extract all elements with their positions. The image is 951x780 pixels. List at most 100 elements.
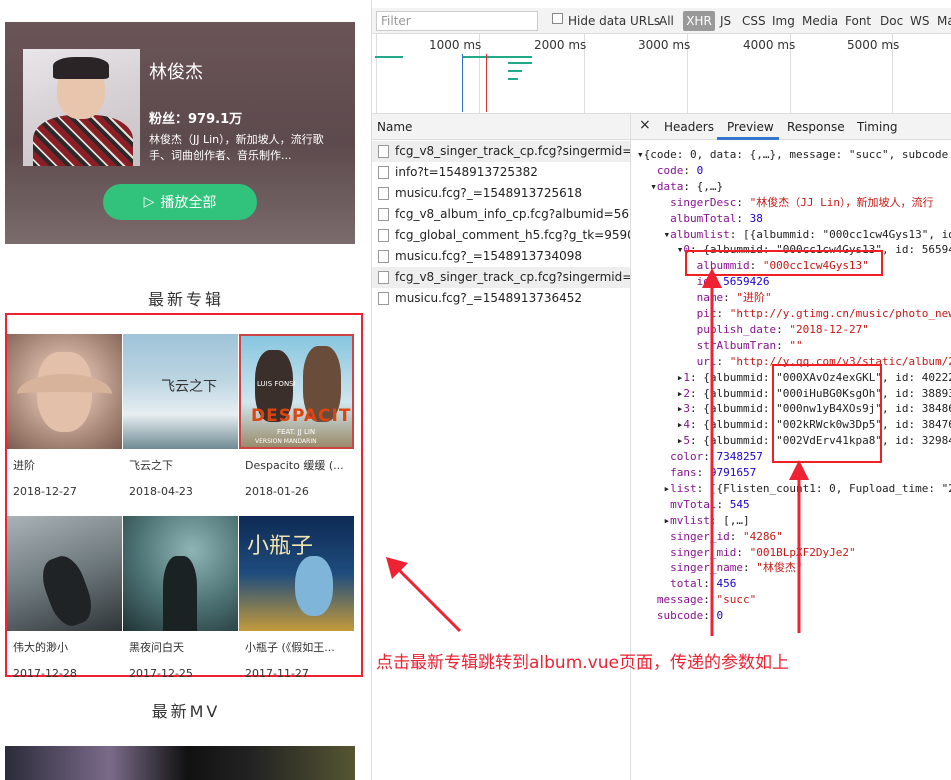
timeline-tick: 4000 ms xyxy=(743,38,796,52)
filter-css[interactable]: CSS xyxy=(742,14,766,28)
request-icon xyxy=(378,271,389,284)
json-line: ▾data: {,…} xyxy=(637,179,724,193)
cover-text: DESPACITO xyxy=(251,406,352,426)
singer-header: 林俊杰 粉丝：979.1万 林俊杰（JJ Lin），新加坡人，流行歌手、词曲创作… xyxy=(5,22,355,244)
request-icon xyxy=(378,208,389,221)
album-card[interactable]: LUIS FONSI DESPACITO FEAT. JJ LIN VERSIO… xyxy=(239,334,354,498)
timeline-bar xyxy=(508,78,518,80)
singer-page: 林俊杰 粉丝：979.1万 林俊杰（JJ Lin），新加坡人，流行歌手、词曲创作… xyxy=(0,0,372,780)
request-row[interactable]: fcg_v8_singer_track_cp.fcg?singermid=00.… xyxy=(372,141,631,162)
album-title: 飞云之下 xyxy=(129,459,173,472)
albums-section-title: 最新专辑 xyxy=(147,290,224,309)
tab-preview[interactable]: Preview xyxy=(727,120,774,134)
album-cover xyxy=(7,334,122,449)
album-date: 2017-12-28 xyxy=(13,667,77,680)
album-date: 2018-12-27 xyxy=(13,485,77,498)
play-icon: ▷ xyxy=(143,194,155,210)
album-title: 小瓶子 (《假如王... xyxy=(245,641,335,654)
hide-data-urls-checkbox[interactable] xyxy=(552,13,563,24)
singer-desc: 林俊杰（JJ Lin），新加坡人，流行歌手、词曲创作者、音乐制作... xyxy=(149,133,324,162)
album-card[interactable]: 黑夜问白天 2017-12-25 xyxy=(123,516,238,680)
tab-headers[interactable]: Headers xyxy=(664,120,714,134)
close-icon[interactable]: × xyxy=(639,117,651,133)
detail-tabs: × Headers Preview Response Timing xyxy=(631,114,951,140)
timeline-bar xyxy=(508,70,522,72)
arrow-up-icon xyxy=(702,268,722,636)
filter-xhr[interactable]: XHR xyxy=(683,11,715,31)
request-row[interactable]: fcg_global_comment_h5.fcg?g_tk=959037... xyxy=(372,225,631,246)
request-row[interactable]: fcg_v8_album_info_cp.fcg?albumid=5659... xyxy=(372,204,631,225)
timeline-bar xyxy=(375,56,403,58)
timeline-tick: 2000 ms xyxy=(534,38,587,52)
album-date: 2017-12-25 xyxy=(129,667,193,680)
filter-media[interactable]: Media xyxy=(802,14,838,28)
album-cover xyxy=(7,516,122,631)
highlight-box-albummids xyxy=(772,364,882,463)
album-title: Despacito 缓缓 (... xyxy=(245,459,344,472)
arrow-up-icon xyxy=(789,460,809,633)
album-title: 黑夜问白天 xyxy=(129,641,184,654)
timeline-gridline xyxy=(376,34,377,114)
play-all-label: 播放全部 xyxy=(160,195,217,211)
album-cover xyxy=(123,516,238,631)
album-cover: 飞云之下 xyxy=(123,334,238,449)
annotation-note: 点击最新专辑跳转到album.vue页面，传递的参数如上 xyxy=(376,653,789,673)
request-row[interactable]: musicu.fcg?_=1548913725618 xyxy=(372,183,631,204)
json-line: mvTotal: 545 xyxy=(670,497,750,511)
json-line: albumTotal: 38 xyxy=(670,211,763,225)
albums-highlight-box: 进阶 2018-12-27 飞云之下 飞云之下 2018-04-23 LUIS … xyxy=(5,313,363,680)
json-line: ▾albumlist: [{albummid: "000cc1cw4Gys13"… xyxy=(637,227,951,241)
album-card[interactable]: 小瓶子 小瓶子 (《假如王... 2017-11-27 xyxy=(239,516,354,680)
request-icon xyxy=(378,187,389,200)
filter-ws[interactable]: WS xyxy=(910,14,929,28)
network-filter-bar: Filter Hide data URLs All XHR JS CSS Img… xyxy=(372,8,951,34)
filter-input[interactable]: Filter xyxy=(376,11,538,31)
request-icon xyxy=(378,145,389,158)
request-icon xyxy=(378,166,389,179)
singer-name: 林俊杰 xyxy=(149,62,203,83)
network-timeline[interactable]: 1000 ms 2000 ms 3000 ms 4000 ms 5000 ms xyxy=(372,34,951,114)
json-line: message: "succ" xyxy=(656,593,757,607)
cover-text: VERSION MANDARIN xyxy=(255,438,317,445)
hide-data-urls-label: Hide data URLs xyxy=(568,14,661,28)
album-date: 2017-11-27 xyxy=(245,667,309,680)
json-line: singer_mid: "001BLpXF2DyJe2" xyxy=(670,545,856,559)
json-line: fans: 9791657 xyxy=(670,466,757,479)
request-icon xyxy=(378,292,389,305)
cover-text: 小瓶子 xyxy=(247,534,314,559)
tab-timing[interactable]: Timing xyxy=(857,120,898,134)
filter-all[interactable]: All xyxy=(659,14,674,28)
timeline-tick: 5000 ms xyxy=(847,38,900,52)
timeline-bar xyxy=(462,56,532,58)
timeline-bar xyxy=(508,62,532,64)
filter-img[interactable]: Img xyxy=(772,14,795,28)
request-row[interactable]: musicu.fcg?_=1548913736452 xyxy=(372,288,631,309)
filter-js[interactable]: JS xyxy=(720,14,731,28)
json-line: pic: "http://y.gtimg.cn/music/photo_new xyxy=(696,307,951,320)
request-row[interactable]: fcg_v8_singer_track_cp.fcg?singermid=00.… xyxy=(372,267,631,288)
singer-fans: 粉丝：979.1万 xyxy=(149,112,243,127)
album-title: 进阶 xyxy=(13,459,35,472)
album-card[interactable]: 飞云之下 飞云之下 2018-04-23 xyxy=(123,334,238,498)
arrow-left-icon xyxy=(386,557,462,633)
cover-text: 飞云之下 xyxy=(161,379,217,395)
cover-text: FEAT. JJ LIN xyxy=(277,428,316,436)
singer-avatar xyxy=(23,49,140,166)
filter-doc[interactable]: Doc xyxy=(880,14,903,28)
json-line: color: 7348257 xyxy=(670,450,763,464)
tab-response[interactable]: Response xyxy=(787,120,845,134)
filter-font[interactable]: Font xyxy=(845,14,871,28)
request-icon xyxy=(378,250,389,263)
album-card[interactable]: 伟大的渺小 2017-12-28 xyxy=(7,516,122,680)
json-line: singerDesc: "林俊杰（JJ Lin），新加坡人，流行 xyxy=(670,195,934,209)
album-card[interactable]: 进阶 2018-12-27 xyxy=(7,334,122,498)
album-title: 伟大的渺小 xyxy=(13,641,68,654)
mv-thumbnails[interactable] xyxy=(5,746,355,780)
avatar-hair xyxy=(53,57,109,79)
filter-manifest[interactable]: Ma xyxy=(937,14,951,28)
request-row[interactable]: musicu.fcg?_=1548913734098 xyxy=(372,246,631,267)
play-all-button[interactable]: ▷ 播放全部 xyxy=(103,184,257,220)
request-row[interactable]: info?t=1548913725382 xyxy=(372,162,631,183)
album-cover: LUIS FONSI DESPACITO FEAT. JJ LIN VERSIO… xyxy=(239,334,354,449)
requests-name-header[interactable]: Name xyxy=(372,114,631,140)
